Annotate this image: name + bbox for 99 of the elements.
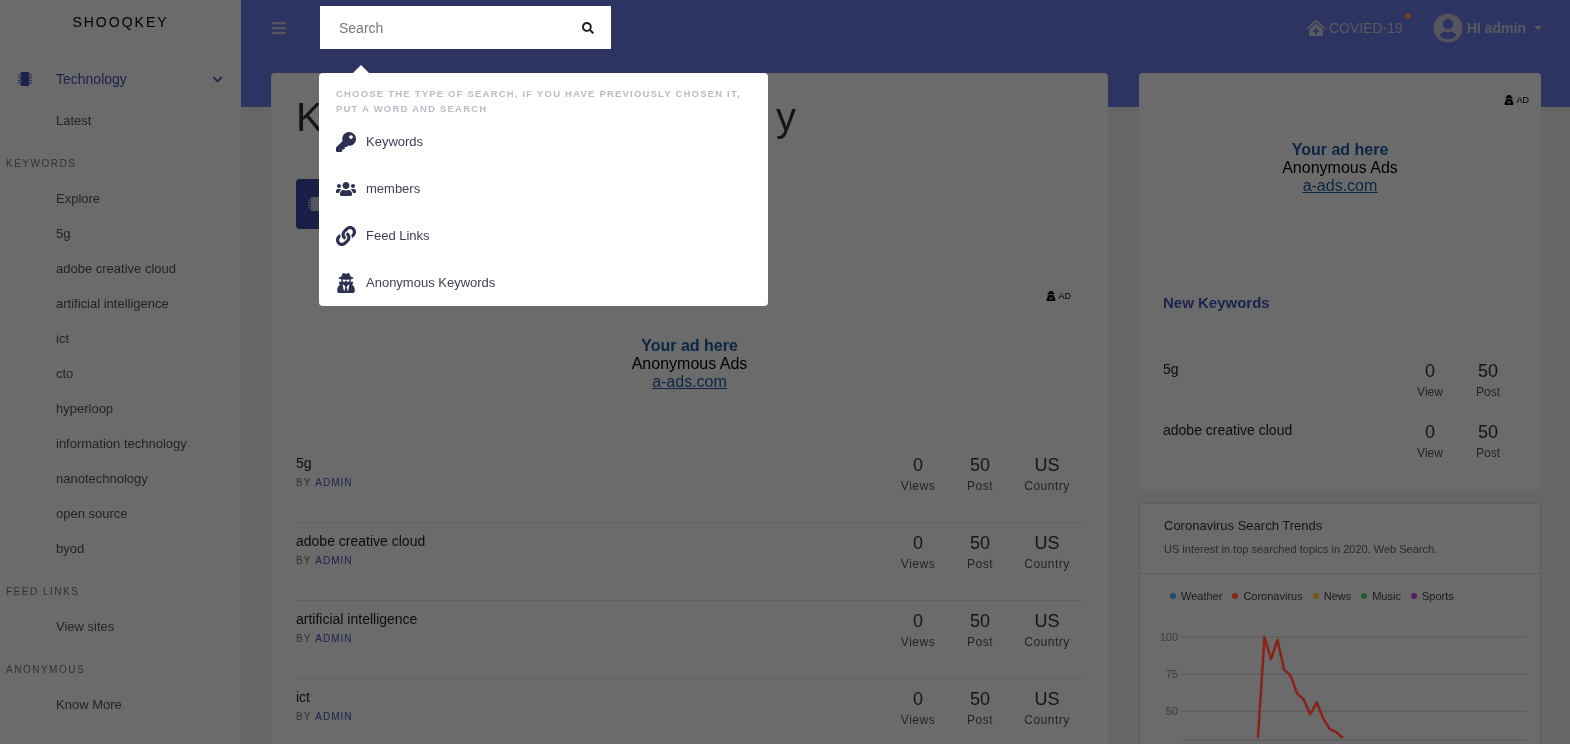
section-title: FEED LINKS [6, 587, 80, 597]
stat-label: Views [900, 712, 936, 729]
byline-label: BY [296, 476, 312, 490]
stat-label: Views [900, 556, 936, 573]
stat-value: US [1034, 688, 1060, 711]
ad-label: AD [1058, 291, 1071, 301]
stat-value: 50 [970, 688, 990, 711]
ad-label: AD [1516, 95, 1529, 105]
section-title: ANONYMOUS [6, 665, 86, 675]
stat-label: Country [1024, 556, 1070, 573]
stat-value: 50 [970, 454, 990, 477]
byline-label: BY [296, 632, 312, 646]
chart-title: Coronavirus Search Trends [1164, 516, 1324, 535]
author-link[interactable]: ADMIN [315, 709, 353, 724]
sidebar-item[interactable]: hyperloop [56, 398, 114, 419]
ad-name: Anonymous Ads [631, 355, 748, 373]
caret-icon [1534, 26, 1542, 30]
stat-label: Country [1024, 634, 1070, 651]
stat-label: Country [1024, 712, 1070, 729]
byline-label: BY [296, 554, 312, 568]
ad-name: Anonymous Ads [1282, 159, 1398, 177]
legend-label: News [1323, 588, 1352, 604]
stat-label: Views [900, 478, 936, 495]
stat-value: US [1034, 532, 1060, 555]
stat-value: 50 [970, 532, 990, 555]
stat-label: Country [1024, 478, 1070, 495]
sidebar-item[interactable]: ict [56, 328, 69, 349]
brand-logo: SHOOQKEY [71, 12, 170, 32]
sidebar-item[interactable]: artificial intelligence [56, 293, 169, 314]
stat-value: 50 [1478, 420, 1498, 444]
search-option[interactable]: members [336, 165, 751, 212]
search-field[interactable]: Search [320, 6, 611, 49]
stat-label: View [1417, 383, 1443, 401]
keyword-title[interactable]: 5g [296, 453, 887, 473]
stat-value: 0 [913, 688, 923, 711]
keyword-title[interactable]: artificial intelligence [296, 609, 887, 629]
key-icon [336, 131, 356, 152]
sidebar-item[interactable]: adobe creative cloud [56, 258, 176, 279]
stat-label: Post [967, 634, 993, 651]
ad-icon [1504, 95, 1515, 105]
stat-label: Views [900, 634, 936, 651]
keyword-title[interactable]: adobe creative cloud [296, 531, 887, 551]
ad-icon [1046, 291, 1057, 301]
page-heading: K [296, 94, 323, 141]
ad-link[interactable]: a-ads.com [652, 373, 727, 391]
link-icon [336, 225, 356, 246]
sidebar-item[interactable]: open source [56, 503, 128, 524]
stat-label: Post [967, 556, 993, 573]
keyword-title[interactable]: ict [296, 687, 887, 707]
stat-label: Post [1476, 383, 1500, 401]
sidebar-item[interactable]: byod [56, 538, 85, 559]
search-option[interactable]: Feed Links [336, 212, 751, 259]
sidebar-item[interactable]: cto [56, 363, 74, 384]
search-icon[interactable] [582, 22, 594, 34]
house-icon [1306, 20, 1325, 36]
search-option[interactable]: Anonymous Keywords [336, 259, 751, 306]
sidebar-item[interactable]: nanotechnology [56, 468, 148, 489]
stat-label: Post [967, 478, 993, 495]
stat-value: 0 [913, 532, 923, 555]
stat-value: US [1034, 610, 1060, 633]
sidebar-item[interactable]: View sites [56, 616, 115, 637]
section-title: KEYWORDS [6, 159, 77, 169]
stat-value: 0 [913, 454, 923, 477]
keyword-title[interactable]: adobe creative cloud [1163, 419, 1401, 441]
sidebar-item[interactable]: 5g [56, 223, 71, 244]
stat-value: 0 [1425, 420, 1435, 444]
ad-link[interactable]: a-ads.com [1302, 177, 1378, 195]
legend-label: Coronavirus [1243, 588, 1303, 604]
legend-label: Sports [1421, 588, 1454, 604]
page-heading: y [776, 94, 796, 141]
stat-value: 0 [913, 610, 923, 633]
sidebar-item[interactable]: Latest [56, 110, 92, 131]
author-link[interactable]: ADMIN [315, 631, 353, 646]
dropdown-hint: CHOOSE THE TYPE OF SEARCH, IF YOU HAVE PREVIOUSLY CHOSEN IT, PUT A WORD AND SEARCH [336, 87, 742, 116]
keyword-title[interactable]: 5g [1163, 358, 1401, 380]
stat-label: Post [967, 712, 993, 729]
search-option[interactable]: Keywords [336, 118, 751, 165]
stat-value: 50 [970, 610, 990, 633]
ad-title: Your ad here [641, 337, 738, 355]
ad-title: Your ad here [1291, 141, 1389, 159]
stat-value: 50 [1478, 359, 1498, 383]
category-item[interactable]: Technology [0, 61, 241, 97]
chart-subtitle: US interest in top searched topics in 2020. Web Search. [1164, 542, 1439, 557]
stat-label: Post [1476, 444, 1500, 462]
legend-label: Music [1372, 588, 1401, 604]
spy-icon [336, 272, 356, 293]
author-link[interactable]: ADMIN [315, 553, 353, 568]
avatar-icon [1432, 13, 1463, 43]
legend-label: Weather [1181, 588, 1223, 604]
stat-value: US [1034, 454, 1060, 477]
stat-value: 0 [1425, 359, 1435, 383]
byline-label: BY [296, 710, 312, 724]
sidebar-item[interactable]: Explore [56, 188, 101, 209]
section-heading: New Keywords [1162, 293, 1271, 313]
sidebar-item[interactable]: information technology [56, 433, 187, 454]
sidebar-item[interactable]: Know More [56, 694, 122, 715]
stat-label: View [1417, 444, 1443, 462]
chip-icon [18, 72, 32, 86]
author-link[interactable]: ADMIN [315, 475, 353, 490]
